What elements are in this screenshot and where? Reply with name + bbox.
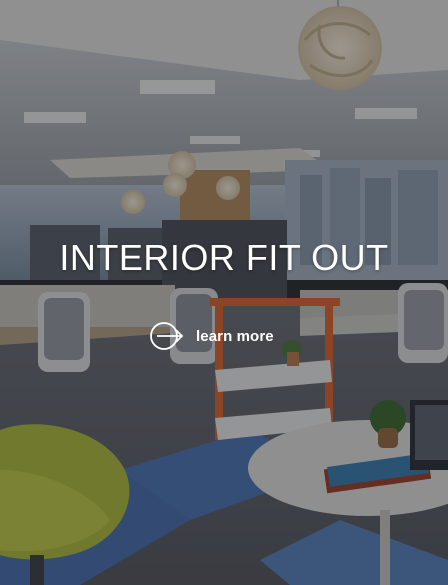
hero-banner[interactable]: INTERIOR FIT OUT learn more bbox=[0, 0, 448, 585]
learn-more-label: learn more bbox=[196, 327, 274, 345]
hero-title: INTERIOR FIT OUT bbox=[59, 237, 389, 278]
hero-caption: INTERIOR FIT OUT bbox=[0, 238, 448, 278]
learn-more-link[interactable]: learn more bbox=[150, 320, 274, 352]
circle-arrow-right-icon bbox=[150, 322, 184, 350]
dark-overlay bbox=[0, 0, 448, 585]
